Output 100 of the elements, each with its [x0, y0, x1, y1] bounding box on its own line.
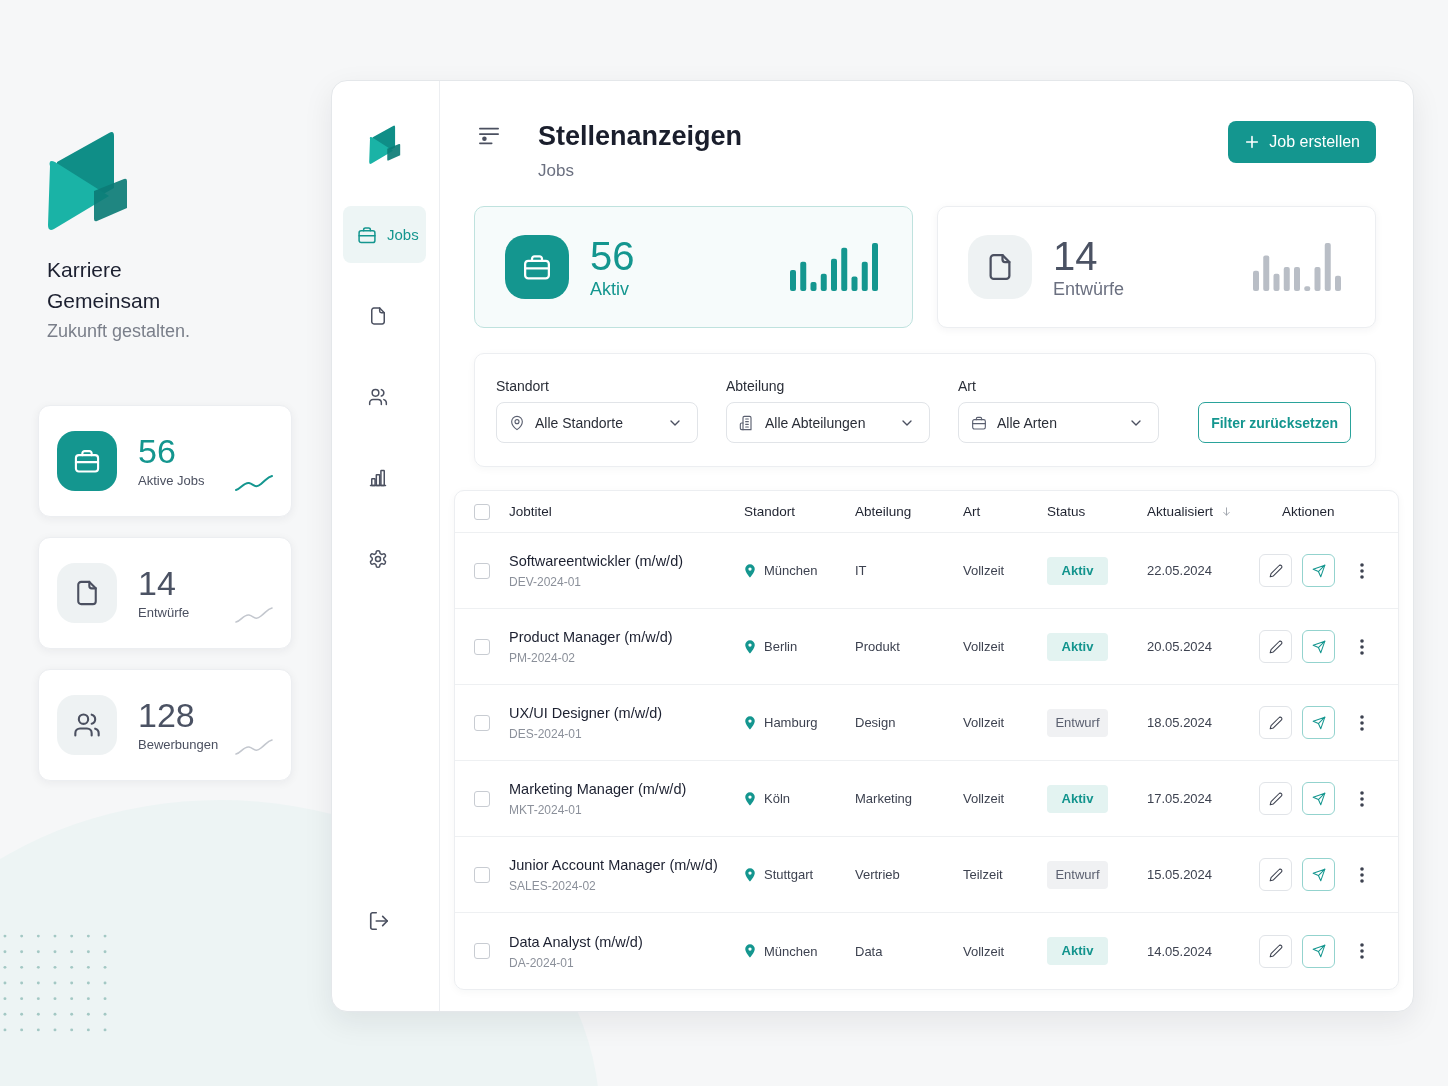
filter-label: Standort: [496, 377, 549, 395]
checkbox[interactable]: [474, 790, 490, 807]
location-text: München: [764, 563, 818, 578]
edit-button[interactable]: [1259, 554, 1292, 587]
table-cell: Teilzeit: [963, 867, 1003, 882]
publish-button[interactable]: [1302, 630, 1335, 663]
publish-button[interactable]: [1302, 858, 1335, 891]
stat-value: 14: [1053, 234, 1098, 278]
paper-plane-icon: [1311, 639, 1326, 654]
chart-bar: [872, 243, 878, 291]
location-text: München: [764, 943, 818, 959]
nav-item[interactable]: [368, 386, 388, 407]
stat-value: 14: [138, 564, 176, 602]
column-header[interactable]: Aktualisiert: [1147, 504, 1233, 519]
publish-button[interactable]: [1302, 934, 1335, 968]
chart-bar: [1294, 267, 1300, 291]
building-icon: [739, 414, 755, 431]
page-title: Stellenanzeigen: [538, 120, 743, 153]
paper-plane-icon: [1311, 791, 1326, 806]
stat-card[interactable]: 56 Aktiv: [474, 206, 913, 328]
column-header[interactable]: Jobtitel: [509, 504, 552, 519]
column-header[interactable]: Standort: [744, 504, 796, 519]
pencil-icon: [1268, 791, 1283, 806]
more-icon[interactable]: [1360, 714, 1364, 731]
location-pin-icon: [509, 414, 525, 431]
location-pin-icon: [744, 639, 756, 654]
nav-item[interactable]: [368, 305, 388, 326]
job-code: DES-2024-01: [509, 726, 582, 742]
table-cell: 17.05.2024: [1147, 791, 1213, 806]
column-header[interactable]: Abteilung: [855, 504, 912, 519]
logout-icon[interactable]: [368, 910, 390, 932]
brand-name: Karriere Gemeinsam: [47, 257, 162, 314]
paper-plane-icon: [1311, 563, 1326, 578]
job-code: MKT-2024-01: [509, 802, 582, 818]
column-header[interactable]: Status: [1047, 504, 1086, 519]
publish-button[interactable]: [1302, 554, 1335, 587]
briefcase-icon: [505, 235, 569, 299]
table-cell: 20.05.2024: [1147, 639, 1213, 654]
edit-button[interactable]: [1259, 858, 1292, 891]
location-pin-icon: [744, 944, 756, 958]
edit-button[interactable]: [1259, 782, 1292, 815]
publish-button[interactable]: [1302, 706, 1335, 739]
edit-button[interactable]: [1259, 934, 1292, 968]
checkbox[interactable]: [474, 866, 490, 883]
dropdown[interactable]: Alle Arten: [958, 402, 1159, 443]
settings-icon: [368, 548, 388, 569]
more-icon[interactable]: [1360, 562, 1364, 579]
chart-bar: [1283, 267, 1290, 291]
page-subtitle: Jobs: [538, 160, 574, 182]
status-badge: Entwurf: [1047, 860, 1108, 889]
pencil-icon: [1268, 563, 1283, 578]
tagline: Zukunft gestalten.: [47, 320, 191, 343]
location-text: Berlin: [764, 639, 798, 654]
menu-icon[interactable]: [477, 125, 501, 147]
stat-card[interactable]: 14 Entwürfe: [937, 206, 1376, 328]
status-badge: Aktiv: [1047, 937, 1108, 965]
users-icon: [368, 386, 388, 407]
create-job-button[interactable]: Job erstellen: [1228, 121, 1376, 163]
sparkline: [235, 606, 273, 624]
more-icon[interactable]: [1360, 866, 1364, 883]
filter-label: Art: [958, 377, 976, 395]
job-code: DEV-2024-01: [509, 574, 582, 590]
more-icon[interactable]: [1360, 638, 1364, 655]
location-text: Hamburg: [764, 715, 818, 730]
dropdown[interactable]: Alle Standorte: [496, 402, 698, 443]
column-header[interactable]: Aktionen: [1282, 504, 1335, 519]
more-icon[interactable]: [1360, 790, 1364, 807]
filter-label: Abteilung: [726, 377, 785, 395]
chart-bar: [1273, 273, 1280, 291]
checkbox[interactable]: [474, 714, 490, 731]
status-badge: Entwurf: [1047, 708, 1108, 737]
publish-button[interactable]: [1302, 782, 1335, 815]
job-code: SALES-2024-02: [509, 878, 596, 894]
checkbox[interactable]: [474, 638, 490, 655]
status-badge: Aktiv: [1047, 556, 1108, 585]
edit-button[interactable]: [1259, 630, 1292, 663]
checkbox[interactable]: [474, 503, 490, 520]
job-title: Product Manager (m/w/d): [509, 628, 673, 647]
table-cell: Produkt: [855, 639, 900, 654]
column-header[interactable]: Art: [963, 504, 981, 519]
pencil-icon: [1268, 639, 1283, 654]
table-cell: Design: [855, 715, 896, 730]
checkbox[interactable]: [474, 943, 490, 959]
stat-value: 128: [138, 696, 195, 734]
stat-value: 56: [590, 234, 635, 278]
status-badge: Aktiv: [1047, 784, 1108, 813]
dropdown[interactable]: Alle Abteilungen: [726, 402, 930, 443]
chart-bar: [851, 276, 858, 291]
stat-label: Bewerbungen: [138, 736, 219, 754]
job-title: Marketing Manager (m/w/d): [509, 780, 687, 799]
location-text: Köln: [764, 791, 791, 806]
edit-button[interactable]: [1259, 706, 1292, 739]
reset-filter-button[interactable]: Filter zurücksetzen: [1198, 402, 1351, 443]
more-icon[interactable]: [1360, 943, 1364, 959]
checkbox[interactable]: [474, 562, 490, 579]
briefcase-icon: [971, 414, 987, 431]
pencil-icon: [1268, 867, 1283, 882]
nav-item[interactable]: [368, 548, 388, 569]
nav-item[interactable]: [368, 467, 388, 488]
sparkline: [235, 738, 273, 756]
